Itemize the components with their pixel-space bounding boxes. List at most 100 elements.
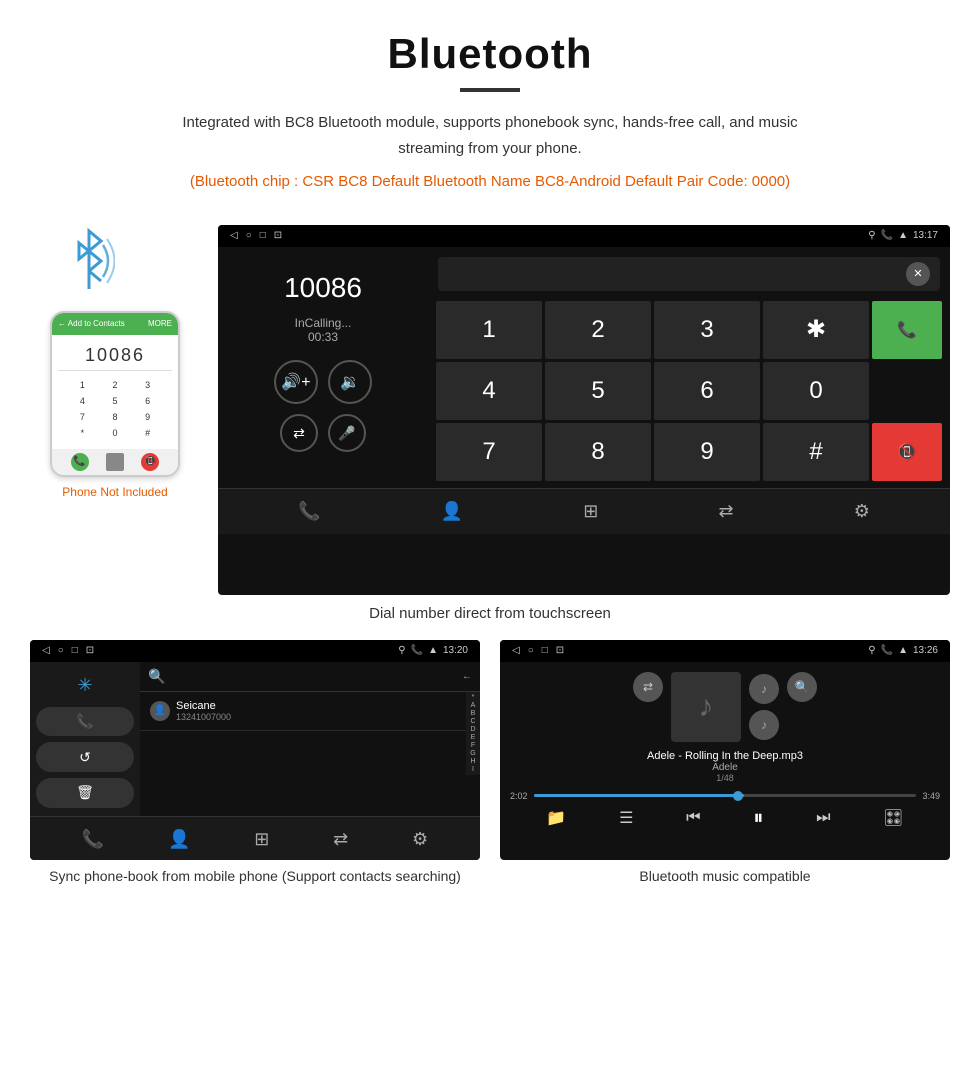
volume-down-button[interactable]: 🔉 [328, 360, 372, 404]
music-time-current: 2:02 [510, 791, 528, 801]
key-8[interactable]: 8 [545, 423, 651, 481]
volume-up-button[interactable]: 🔊+ [274, 360, 318, 404]
prev-button[interactable]: ⏮ [686, 809, 700, 827]
pb-content: ✳ 📞 ↺ 🗑 🔍 ← 👤 [30, 662, 480, 816]
pb-screen-icon: ⊡ [86, 645, 94, 656]
album-circle-1: ♪ [749, 674, 779, 704]
keypad-row-3: 7 8 9 # 📵 [436, 423, 942, 481]
pb-nav-transfer[interactable]: ⇄ [333, 829, 348, 850]
pb-call-icon: 📞 [411, 645, 423, 656]
dial-caption: Dial number direct from touchscreen [0, 605, 980, 622]
phone-bottom-buttons: 📞 📵 [52, 449, 178, 475]
pb-sidebar: ✳ 📞 ↺ 🗑 [30, 662, 140, 816]
music-song-title: Adele - Rolling In the Deep.mp3 [510, 750, 940, 762]
pb-search-bar[interactable]: 🔍 ← [140, 662, 480, 692]
contact-avatar: 👤 [150, 701, 170, 721]
key-0[interactable]: 0 [763, 362, 869, 420]
playlist-button[interactable]: ☰ [619, 808, 633, 828]
phone-screen: 10086 123 456 789 *0# [52, 335, 178, 449]
phone-mockup: ← Add to Contacts MORE 10086 123 456 789 [50, 311, 180, 477]
progress-track[interactable] [534, 794, 917, 797]
phone-top-bar: ← Add to Contacts MORE [52, 313, 178, 335]
search-icon: 🔍 [148, 668, 165, 685]
music-screen: ◁ ○ □ ⊡ ⚲ 📞 ▲ 13:26 ⇄ ♪ [500, 640, 950, 860]
key-4[interactable]: 4 [436, 362, 542, 420]
keypad-row-2: 4 5 6 0 [436, 362, 942, 420]
pb-sync-button[interactable]: ↺ [36, 742, 134, 772]
pb-nav-contacts[interactable]: 👤 [168, 829, 190, 850]
pb-nav-phone[interactable]: 📞 [82, 829, 104, 850]
key-1[interactable]: 1 [436, 301, 542, 359]
call-end-button[interactable]: 📵 [872, 423, 942, 481]
music-caption: Bluetooth music compatible [500, 866, 950, 887]
next-button[interactable]: ⏭ [816, 809, 830, 827]
phone-menu-button [106, 453, 124, 471]
key-star[interactable]: ✱ [763, 301, 869, 359]
dial-right: ✕ 1 2 3 ✱ 📞 4 5 6 0 [428, 247, 950, 488]
contact-name: Seicane [176, 700, 231, 712]
phone-not-included-label: Phone Not Included [62, 485, 167, 499]
call-accept-button[interactable]: 📞 [872, 301, 942, 359]
pb-contact[interactable]: 👤 Seicane 13241007000 [140, 692, 466, 731]
play-pause-button[interactable]: ⏸ [753, 807, 763, 830]
pb-delete-button[interactable]: 🗑 [36, 778, 134, 808]
music-note-icon: ♪ [699, 690, 714, 724]
dial-input-bar: ✕ [438, 257, 940, 291]
keypad-row-1: 1 2 3 ✱ 📞 [436, 301, 942, 359]
nav-settings[interactable]: ⚙ [854, 501, 870, 522]
music-artist: Adele [510, 762, 940, 773]
page-description: Integrated with BC8 Bluetooth module, su… [150, 110, 830, 161]
bottom-row: ◁ ○ □ ⊡ ⚲ 📞 ▲ 13:20 ✳ 📞 ↺ [0, 640, 980, 887]
pb-nav-settings[interactable]: ⚙ [412, 829, 428, 850]
pb-bluetooth-icon: ✳ [36, 670, 134, 701]
phone-side: ← Add to Contacts MORE 10086 123 456 789 [30, 225, 200, 499]
music-time-total: 3:49 [922, 791, 940, 801]
phonebook-item: ◁ ○ □ ⊡ ⚲ 📞 ▲ 13:20 ✳ 📞 ↺ [30, 640, 480, 887]
music-track-count: 1/48 [510, 773, 940, 783]
nav-dialpad[interactable]: ⊞ [583, 501, 598, 522]
key-6[interactable]: 6 [654, 362, 760, 420]
search-music-button[interactable]: 🔍 [787, 672, 817, 702]
music-statusbar: ◁ ○ □ ⊡ ⚲ 📞 ▲ 13:26 [500, 640, 950, 662]
backspace-button[interactable]: ✕ [906, 262, 930, 286]
music-recent-icon: □ [542, 645, 548, 656]
key-5[interactable]: 5 [545, 362, 651, 420]
home-icon: ○ [246, 230, 252, 241]
album-circle-2: ♪ [749, 710, 779, 740]
progress-thumb [733, 791, 743, 801]
key-3[interactable]: 3 [654, 301, 760, 359]
phonebook-caption: Sync phone-book from mobile phone (Suppo… [30, 866, 480, 887]
music-back-icon: ◁ [512, 645, 520, 656]
nav-transfer[interactable]: ⇄ [718, 501, 733, 522]
music-playback-controls: 📁 ☰ ⏮ ⏸ ⏭ 🎛 [510, 807, 940, 830]
phone-end-button[interactable]: 📵 [141, 453, 159, 471]
key-7[interactable]: 7 [436, 423, 542, 481]
key-2[interactable]: 2 [545, 301, 651, 359]
bluetooth-icon-area [65, 225, 165, 305]
phone-call-button[interactable]: 📞 [71, 453, 89, 471]
mic-button[interactable]: 🎤 [328, 414, 366, 452]
screenshot-icon: ⊡ [274, 230, 282, 241]
key-9[interactable]: 9 [654, 423, 760, 481]
folder-button[interactable]: 📁 [546, 808, 566, 828]
equalizer-button[interactable]: 🎛 [883, 808, 903, 828]
page-header: Bluetooth Integrated with BC8 Bluetooth … [0, 0, 980, 225]
pb-call-button[interactable]: 📞 [36, 707, 134, 737]
pb-recent-icon: □ [72, 645, 78, 656]
nav-phone[interactable]: 📞 [298, 501, 320, 522]
pb-nav-dialpad[interactable]: ⊞ [254, 829, 269, 850]
dial-timer: 00:33 [234, 330, 412, 344]
dial-left: 10086 InCalling... 00:33 🔊+ 🔉 ⇄ [218, 247, 428, 488]
music-albums: ⇄ ♪ ♪ ♪ 🔍 [510, 672, 940, 742]
progress-fill [534, 794, 745, 797]
nav-contacts[interactable]: 👤 [441, 501, 463, 522]
pb-main: 🔍 ← 👤 Seicane 13241007000 [140, 662, 480, 816]
music-call-icon: 📞 [881, 645, 893, 656]
dial-number: 10086 [234, 272, 412, 304]
transfer-button[interactable]: ⇄ [280, 414, 318, 452]
shuffle-button[interactable]: ⇄ [633, 672, 663, 702]
pb-signal-icon: ▲ [428, 645, 438, 656]
dial-extra-controls: ⇄ 🎤 [234, 414, 412, 452]
key-hash[interactable]: # [763, 423, 869, 481]
page-title: Bluetooth [60, 30, 920, 78]
